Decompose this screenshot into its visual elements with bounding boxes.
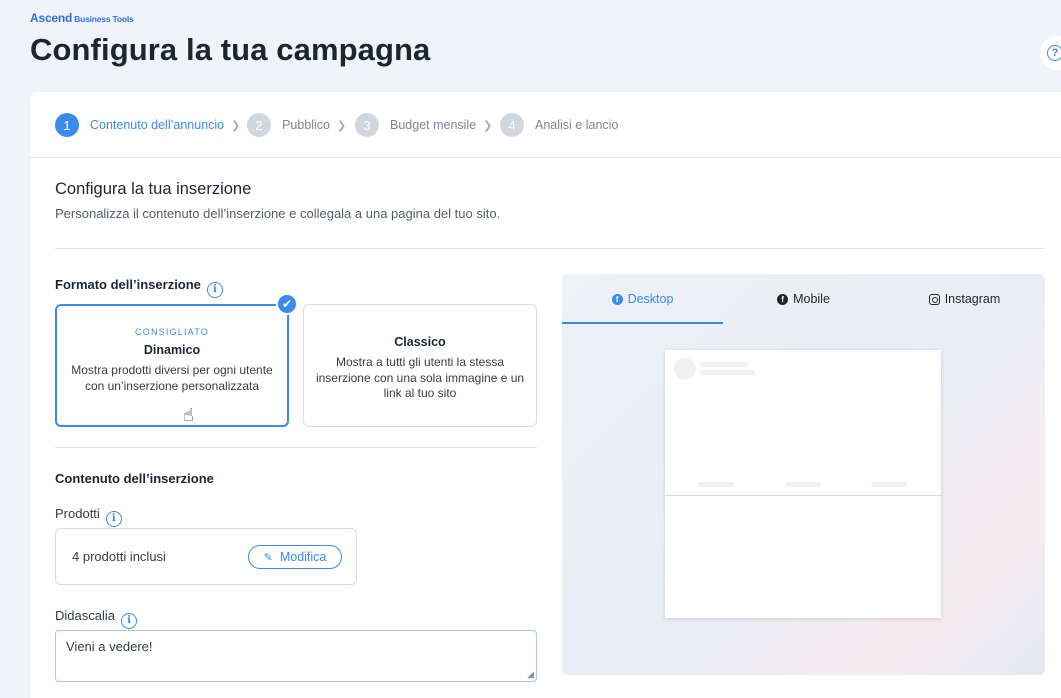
- placeholder-bar: [871, 482, 907, 487]
- step-number: 3: [355, 113, 379, 137]
- help-icon: ?: [1047, 45, 1061, 61]
- option-description: Mostra prodotti diversi per ogni utente …: [71, 363, 273, 393]
- placeholder-bar: [785, 482, 821, 487]
- main-card: 1 Contenuto dell’annuncio ❯ 2 Pubblico ❯…: [30, 92, 1061, 698]
- content-label: Contenuto dell’inserzione: [55, 471, 214, 486]
- edit-button-label: Modifica: [279, 550, 327, 564]
- caption-label: Didascalia i: [55, 608, 137, 629]
- chevron-right-icon: ❯: [231, 119, 241, 132]
- tab-instagram[interactable]: Instagram: [884, 274, 1045, 324]
- page-title: Configura la tua campagna: [30, 32, 431, 67]
- info-icon[interactable]: i: [206, 281, 223, 298]
- option-description: Mostra a tutti gli utenti la stessa inse…: [315, 355, 525, 400]
- placeholder-bar: [698, 482, 734, 487]
- chevron-right-icon: ❯: [483, 119, 493, 132]
- placeholder-line: [700, 362, 748, 367]
- checkmark-icon: ✔: [276, 293, 298, 315]
- products-label-text: Prodotti: [55, 506, 100, 521]
- divider: [55, 447, 537, 448]
- step-audience[interactable]: 2 Pubblico ❯: [247, 113, 346, 137]
- products-count: 4 prodotti inclusi: [72, 549, 166, 564]
- recommended-badge: CONSIGLIATO: [135, 327, 209, 337]
- help-button[interactable]: ?: [1040, 36, 1061, 70]
- placeholder-avatar: [674, 358, 696, 380]
- placeholder-line: [700, 370, 755, 375]
- section-subtitle: Personalizza il contenuto dell’inserzion…: [55, 206, 501, 221]
- tab-label: Instagram: [944, 292, 1001, 306]
- step-number: 2: [247, 113, 271, 137]
- tab-label: Desktop: [627, 292, 674, 306]
- hand-cursor-icon: ☝: [183, 405, 194, 425]
- step-launch[interactable]: 4 Analisi e lancio: [500, 113, 618, 137]
- step-label: Contenuto dell’annuncio: [90, 118, 225, 132]
- step-number: 4: [500, 113, 524, 137]
- caption-label-text: Didascalia: [55, 608, 115, 623]
- brand-logo: Ascend Business Tools: [30, 11, 134, 25]
- format-option-classic[interactable]: Classico Mostra a tutti gli utenti la st…: [303, 304, 537, 427]
- products-box: 4 prodotti inclusi ✎ Modifica: [55, 528, 357, 585]
- step-number: 1: [55, 113, 79, 137]
- tab-desktop[interactable]: f Desktop: [562, 274, 723, 324]
- step-budget[interactable]: 3 Budget mensile ❯: [355, 113, 492, 137]
- step-content[interactable]: 1 Contenuto dell’annuncio ❯: [55, 113, 240, 137]
- stepper: 1 Contenuto dell’annuncio ❯ 2 Pubblico ❯…: [30, 92, 1061, 158]
- edit-products-button[interactable]: ✎ Modifica: [248, 545, 342, 569]
- info-icon[interactable]: i: [105, 510, 122, 527]
- step-label: Budget mensile: [390, 118, 477, 132]
- facebook-icon: f: [611, 293, 623, 305]
- tab-mobile[interactable]: f Mobile: [723, 274, 884, 324]
- resize-handle-icon[interactable]: ◢: [527, 669, 534, 680]
- format-label: Formato dell’inserzione i: [55, 277, 223, 298]
- caption-value: Vieni a vedere!: [66, 639, 153, 654]
- format-label-text: Formato dell’inserzione: [55, 277, 201, 292]
- ad-preview: f Desktop f Mobile Instagram: [562, 274, 1045, 675]
- option-name: Classico: [394, 335, 446, 349]
- instagram-icon: [928, 293, 940, 305]
- info-icon[interactable]: i: [120, 612, 137, 629]
- products-label: Prodotti i: [55, 506, 122, 527]
- chevron-right-icon: ❯: [336, 119, 347, 132]
- tab-label: Mobile: [793, 292, 830, 306]
- placeholder-divider: [665, 495, 941, 496]
- divider: [55, 248, 1045, 249]
- brand-sub: Business Tools: [74, 14, 134, 24]
- pencil-icon: ✎: [263, 551, 273, 564]
- section-title: Configura la tua inserzione: [55, 180, 252, 198]
- brand-name: Ascend: [30, 11, 73, 25]
- preview-tabs: f Desktop f Mobile Instagram: [562, 274, 1045, 324]
- option-name: Dinamico: [143, 343, 201, 357]
- ad-mockup: [665, 350, 941, 618]
- caption-textarea[interactable]: Vieni a vedere! ◢: [55, 630, 537, 682]
- step-label: Pubblico: [282, 118, 330, 132]
- format-option-dynamic[interactable]: CONSIGLIATO Dinamico Mostra prodotti div…: [55, 304, 289, 427]
- step-label: Analisi e lancio: [535, 118, 619, 132]
- facebook-icon: f: [777, 293, 789, 305]
